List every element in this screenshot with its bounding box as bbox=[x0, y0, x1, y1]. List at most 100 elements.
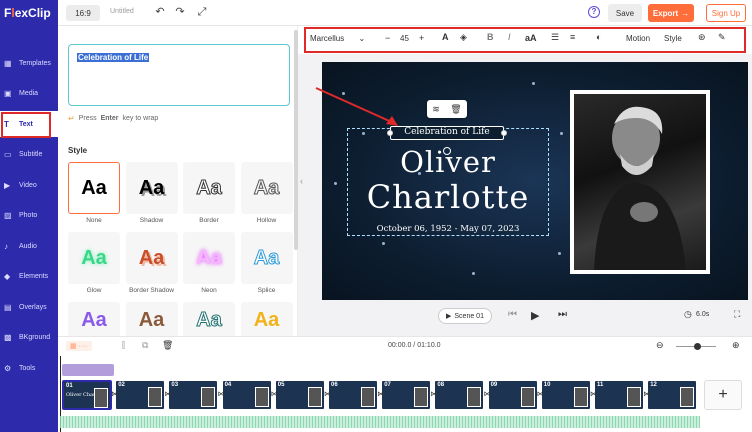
spacing-icon[interactable]: ≡ bbox=[570, 32, 575, 42]
portrait-photo[interactable] bbox=[574, 94, 706, 270]
scene-clip[interactable]: 09 bbox=[487, 380, 538, 410]
timeline-toggle[interactable]: ▦ ···· bbox=[66, 341, 92, 351]
text-style-card[interactable]: Aa bbox=[68, 162, 120, 214]
font-size-value[interactable]: 45 bbox=[400, 34, 409, 43]
sidebar-item-text[interactable]: T Text bbox=[0, 111, 58, 137]
split-icon[interactable]: ⫿ bbox=[122, 340, 125, 351]
size-increase-button[interactable]: + bbox=[419, 33, 424, 43]
align-icon[interactable]: ☰ bbox=[551, 32, 559, 43]
aspect-ratio-button[interactable]: 16:9 bbox=[66, 5, 100, 21]
scene-clip[interactable]: 12 bbox=[647, 380, 698, 410]
sidebar-item-media[interactable]: ▣ Media bbox=[0, 81, 58, 107]
text-style-card[interactable]: Aa bbox=[125, 302, 178, 338]
signup-button[interactable]: Sign Up bbox=[706, 4, 746, 22]
scene-clip[interactable]: 08 bbox=[434, 380, 485, 410]
scene-clip[interactable]: 01 Oliver Charlotte bbox=[62, 380, 112, 410]
first-name-text[interactable]: Oliver bbox=[347, 145, 549, 179]
sidebar-item-templates[interactable]: ▦ Templates bbox=[0, 50, 58, 76]
scene-clip[interactable]: 06 bbox=[328, 380, 378, 410]
opacity-icon[interactable]: ◐ bbox=[596, 32, 601, 42]
scene-clip[interactable]: 07 bbox=[381, 380, 432, 410]
previous-icon[interactable]: ⏮ bbox=[508, 309, 517, 320]
sidebar-item-video[interactable]: ▶ Video bbox=[0, 172, 58, 198]
scene-duration[interactable]: 6.0s bbox=[696, 311, 709, 318]
scene-clip[interactable]: 11 bbox=[594, 380, 644, 410]
font-select[interactable]: Marcellus ⌄ bbox=[310, 34, 365, 43]
scene-clip[interactable]: 05 bbox=[274, 380, 325, 410]
transition-icon[interactable]: ⋈ bbox=[164, 390, 171, 400]
text-style-card[interactable]: Aa bbox=[125, 232, 178, 284]
motion-button[interactable]: Motion bbox=[626, 34, 650, 43]
transition-icon[interactable]: ⋈ bbox=[537, 390, 544, 400]
save-button[interactable]: Save bbox=[608, 4, 642, 22]
style-button[interactable]: Style bbox=[664, 34, 682, 43]
duplicate-icon[interactable]: ⧉ bbox=[142, 340, 148, 351]
text-style-card[interactable]: Aa bbox=[240, 232, 293, 284]
scene-clip[interactable]: 03 bbox=[168, 380, 219, 410]
sidebar-item-tools[interactable]: ⚙ Tools bbox=[0, 355, 58, 381]
transition-icon[interactable]: ⋈ bbox=[324, 390, 331, 400]
sidebar-item-elements[interactable]: ◆ Elements bbox=[0, 264, 58, 290]
font-color-icon[interactable]: A bbox=[442, 32, 449, 42]
zoom-slider-knob[interactable] bbox=[694, 343, 701, 350]
celebration-ribbon-text[interactable]: Celebration of Life bbox=[390, 126, 504, 140]
sidebar-item-photo[interactable]: ▨ Photo bbox=[0, 203, 58, 229]
text-input[interactable]: Celebration of Life bbox=[68, 44, 290, 106]
scene-clip[interactable]: 10 bbox=[540, 380, 591, 410]
transition-icon[interactable]: ⋈ bbox=[484, 390, 491, 400]
sidebar-item-overlays[interactable]: ▤ Overlays bbox=[0, 294, 58, 320]
dates-text[interactable]: October 06, 1952 - May 07, 2023 bbox=[347, 224, 549, 234]
transition-icon[interactable]: ⋈ bbox=[111, 390, 118, 400]
sidebar-item-audio[interactable]: ♪ Audio bbox=[0, 233, 58, 259]
text-style-card[interactable]: Aa bbox=[68, 302, 120, 338]
text-style-card[interactable]: Aa bbox=[240, 302, 293, 338]
italic-icon[interactable]: I bbox=[508, 32, 511, 42]
text-style-card[interactable]: Aa bbox=[68, 232, 120, 284]
transition-icon[interactable]: ⋈ bbox=[643, 390, 650, 400]
case-button[interactable]: aA bbox=[525, 33, 537, 43]
collapse-panel-icon[interactable]: ‹ bbox=[300, 176, 303, 186]
delete-icon[interactable]: 🗑 bbox=[450, 104, 461, 115]
fullscreen-icon[interactable]: ⤢ bbox=[196, 6, 208, 18]
text-style-card[interactable]: Aa bbox=[183, 232, 235, 284]
highlight-color-icon[interactable]: ◈ bbox=[460, 32, 467, 43]
flexclip-logo[interactable]: FlexClip bbox=[4, 6, 51, 20]
scene-selector[interactable]: ▶ Scene 01 bbox=[438, 308, 492, 324]
export-button[interactable]: Export → bbox=[648, 4, 694, 22]
text-style-card[interactable]: Aa bbox=[183, 162, 235, 214]
scene-clip[interactable]: 02 bbox=[115, 380, 166, 410]
trash-icon[interactable]: 🗑 bbox=[162, 340, 173, 351]
play-icon[interactable]: ▶ bbox=[531, 309, 539, 322]
text-style-card[interactable]: Aa bbox=[240, 162, 293, 214]
bold-icon[interactable]: B bbox=[487, 32, 494, 42]
resize-handle-left[interactable] bbox=[387, 130, 393, 136]
redo-icon[interactable]: ↷ bbox=[174, 6, 186, 18]
add-scene-button[interactable]: + bbox=[704, 380, 742, 410]
mask-icon[interactable]: ⊛ bbox=[698, 32, 706, 43]
audio-track-clip[interactable] bbox=[62, 364, 114, 376]
audio-waveform[interactable] bbox=[60, 416, 700, 428]
zoom-out-icon[interactable]: ⊖ bbox=[656, 340, 664, 351]
zoom-in-icon[interactable]: ⊕ bbox=[732, 340, 740, 351]
layers-icon[interactable]: ≋ bbox=[432, 104, 440, 115]
sidebar-item-subtitle[interactable]: ▭ Subtitle bbox=[0, 142, 58, 168]
help-icon[interactable]: ? bbox=[588, 6, 600, 18]
resize-handle-right[interactable] bbox=[501, 130, 507, 136]
sidebar-item-bkground[interactable]: ▩ BKground bbox=[0, 325, 58, 351]
transition-icon[interactable]: ⋈ bbox=[590, 390, 597, 400]
next-icon[interactable]: ⏭ bbox=[558, 309, 567, 320]
transition-icon[interactable]: ⋈ bbox=[271, 390, 278, 400]
text-style-card[interactable]: Aa bbox=[183, 302, 235, 338]
size-decrease-button[interactable]: − bbox=[385, 33, 390, 43]
fit-screen-icon[interactable]: ⛶ bbox=[734, 309, 740, 320]
undo-icon[interactable]: ↶ bbox=[154, 6, 166, 18]
project-title[interactable]: Untitled bbox=[110, 8, 134, 15]
edit-pen-icon[interactable]: ✎ bbox=[718, 32, 726, 43]
scene-clip[interactable]: 04 bbox=[221, 380, 272, 410]
last-name-text[interactable]: Charlotte bbox=[347, 178, 549, 216]
transition-icon[interactable]: ⋈ bbox=[377, 390, 384, 400]
scene-number: 06 bbox=[331, 382, 338, 388]
text-style-card[interactable]: Aa bbox=[125, 162, 178, 214]
transition-icon[interactable]: ⋈ bbox=[218, 390, 225, 400]
transition-icon[interactable]: ⋈ bbox=[430, 390, 437, 400]
